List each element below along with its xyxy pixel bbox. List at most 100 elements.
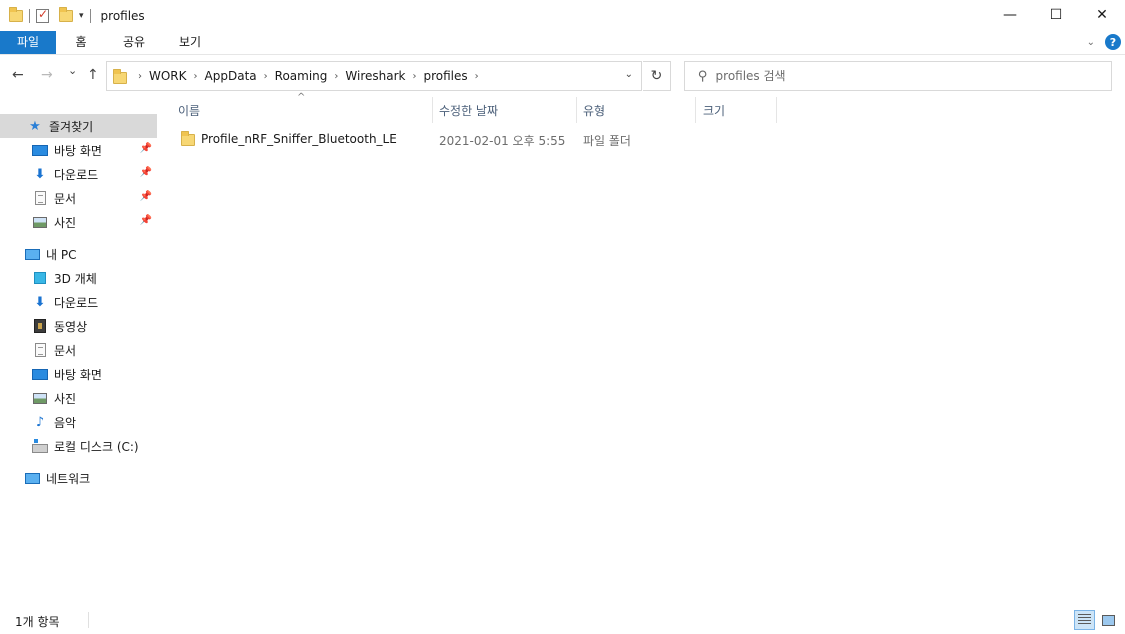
- column-header-size[interactable]: 크기: [703, 96, 776, 124]
- back-button[interactable]: ←: [12, 67, 24, 83]
- recent-locations-chevron-icon[interactable]: ⌄: [68, 64, 77, 77]
- minimize-button[interactable]: —: [987, 0, 1033, 30]
- sidebar-item-3d-objects[interactable]: 3D 개체: [0, 266, 157, 290]
- folder-icon: [113, 68, 127, 84]
- download-icon: ⬇: [34, 166, 46, 182]
- sidebar-item-documents[interactable]: 문서: [0, 338, 157, 362]
- breadcrumb-item[interactable]: Wireshark: [345, 69, 405, 83]
- close-button[interactable]: ✕: [1079, 0, 1125, 30]
- window-controls: — ☐ ✕: [987, 0, 1125, 30]
- forward-button[interactable]: →: [41, 67, 53, 83]
- search-box[interactable]: ⚲: [684, 61, 1112, 91]
- pictures-icon: [33, 392, 47, 404]
- sidebar-item-quick-access[interactable]: ★ 즐겨찾기: [0, 114, 157, 138]
- column-divider[interactable]: [432, 97, 433, 123]
- properties-icon[interactable]: [36, 7, 49, 23]
- column-divider[interactable]: [776, 97, 777, 123]
- details-view-icon: [1078, 614, 1091, 626]
- breadcrumb-separator-icon[interactable]: ›: [194, 71, 198, 82]
- file-modified: 2021-02-01 오후 5:55: [439, 134, 566, 148]
- 3d-objects-icon: [34, 272, 46, 284]
- expand-ribbon-chevron-icon[interactable]: ⌄: [1087, 37, 1095, 48]
- sidebar-item-label: 사진: [54, 391, 77, 406]
- sidebar-item-documents[interactable]: 문서 📌: [0, 186, 157, 210]
- sidebar-item-downloads[interactable]: ⬇ 다운로드: [0, 290, 157, 314]
- sidebar-item-videos[interactable]: 동영상: [0, 314, 157, 338]
- search-input[interactable]: [715, 69, 1096, 83]
- status-divider: [88, 612, 89, 628]
- sidebar-item-label: 다운로드: [54, 295, 99, 310]
- breadcrumb-item[interactable]: profiles: [423, 69, 467, 83]
- pin-icon[interactable]: 📌: [140, 191, 152, 202]
- star-icon: ★: [29, 118, 41, 134]
- breadcrumb: › WORK › AppData › Roaming › Wireshark ›…: [131, 69, 486, 83]
- sidebar-item-network[interactable]: 네트워크: [0, 466, 157, 490]
- column-header-name[interactable]: 이름: [178, 96, 432, 124]
- address-bar[interactable]: › WORK › AppData › Roaming › Wireshark ›…: [106, 61, 642, 91]
- breadcrumb-separator-icon[interactable]: ›: [264, 71, 268, 82]
- address-history-chevron-icon[interactable]: ⌄: [625, 69, 633, 80]
- folder-icon: [181, 131, 195, 146]
- sidebar-item-label: 음악: [54, 415, 77, 430]
- sidebar-item-label: 사진: [54, 215, 77, 230]
- breadcrumb-separator-icon[interactable]: ›: [475, 71, 479, 82]
- pin-icon[interactable]: 📌: [140, 167, 152, 178]
- column-header-label: 유형: [583, 103, 606, 118]
- file-name: Profile_nRF_Sniffer_Bluetooth_LE: [201, 132, 397, 146]
- large-icons-view-icon: [1102, 614, 1115, 626]
- sidebar-item-local-disk[interactable]: 로컬 디스크 (C:): [0, 434, 157, 458]
- sidebar-item-pictures[interactable]: 사진: [0, 386, 157, 410]
- column-header-type[interactable]: 유형: [583, 96, 695, 124]
- tab-file[interactable]: 파일: [0, 31, 56, 54]
- status-item-count: 1개 항목: [15, 615, 60, 629]
- large-icons-view-button[interactable]: [1098, 610, 1119, 630]
- customize-toolbar-chevron-icon[interactable]: ▾: [79, 11, 84, 21]
- sidebar-item-desktop[interactable]: 바탕 화면: [0, 362, 157, 386]
- tab-view[interactable]: 보기: [162, 31, 218, 54]
- ribbon-tabs: 파일 홈 공유 보기 ⌄ ?: [0, 31, 1125, 55]
- pin-icon[interactable]: 📌: [140, 215, 152, 226]
- sidebar-item-label: 바탕 화면: [54, 143, 102, 158]
- sidebar-item-this-pc[interactable]: 내 PC: [0, 242, 157, 266]
- column-header-modified[interactable]: 수정한 날짜: [439, 96, 576, 124]
- computer-icon: [24, 248, 40, 260]
- up-button[interactable]: ↑: [87, 67, 99, 83]
- view-switcher: [1074, 610, 1119, 630]
- breadcrumb-separator-icon[interactable]: ›: [412, 71, 416, 82]
- navigation-pane: ★ 즐겨찾기 바탕 화면 📌 ⬇ 다운로드 📌 문서 📌 사진 📌 내 PC 3…: [0, 100, 160, 600]
- pictures-icon: [33, 216, 47, 228]
- tab-home[interactable]: 홈: [56, 31, 106, 54]
- help-icon[interactable]: ?: [1105, 34, 1121, 50]
- column-divider[interactable]: [576, 97, 577, 123]
- desktop-icon: [32, 368, 48, 380]
- breadcrumb-item[interactable]: Roaming: [275, 69, 328, 83]
- details-view-button[interactable]: [1074, 610, 1095, 630]
- breadcrumb-separator-icon[interactable]: ›: [334, 71, 338, 82]
- sidebar-item-label: 다운로드: [54, 167, 99, 182]
- sidebar-item-label: 문서: [54, 343, 77, 358]
- column-header-label: 이름: [178, 103, 201, 118]
- new-folder-icon[interactable]: [59, 6, 73, 22]
- maximize-button[interactable]: ☐: [1033, 0, 1079, 30]
- desktop-icon: [32, 144, 48, 156]
- sidebar-item-pictures[interactable]: 사진 📌: [0, 210, 157, 234]
- sidebar-item-music[interactable]: ♪ 음악: [0, 410, 157, 434]
- file-name-cell: Profile_nRF_Sniffer_Bluetooth_LE: [181, 131, 397, 146]
- column-header-label: 크기: [703, 103, 726, 118]
- sidebar-item-downloads[interactable]: ⬇ 다운로드 📌: [0, 162, 157, 186]
- drive-icon: [32, 438, 48, 453]
- download-icon: ⬇: [34, 294, 46, 310]
- column-divider[interactable]: [695, 97, 696, 123]
- breadcrumb-item[interactable]: WORK: [149, 69, 187, 83]
- sidebar-item-desktop[interactable]: 바탕 화면 📌: [0, 138, 157, 162]
- tab-share[interactable]: 공유: [106, 31, 162, 54]
- breadcrumb-item[interactable]: AppData: [205, 69, 257, 83]
- sidebar-item-label: 바탕 화면: [54, 367, 102, 382]
- search-icon: ⚲: [698, 68, 708, 84]
- column-header-label: 수정한 날짜: [439, 103, 499, 118]
- pin-icon[interactable]: 📌: [140, 143, 152, 154]
- file-row[interactable]: Profile_nRF_Sniffer_Bluetooth_LE 2021-02…: [171, 128, 771, 150]
- breadcrumb-separator-icon[interactable]: ›: [138, 71, 142, 82]
- network-icon: [24, 472, 40, 484]
- refresh-button[interactable]: ↻: [643, 61, 671, 91]
